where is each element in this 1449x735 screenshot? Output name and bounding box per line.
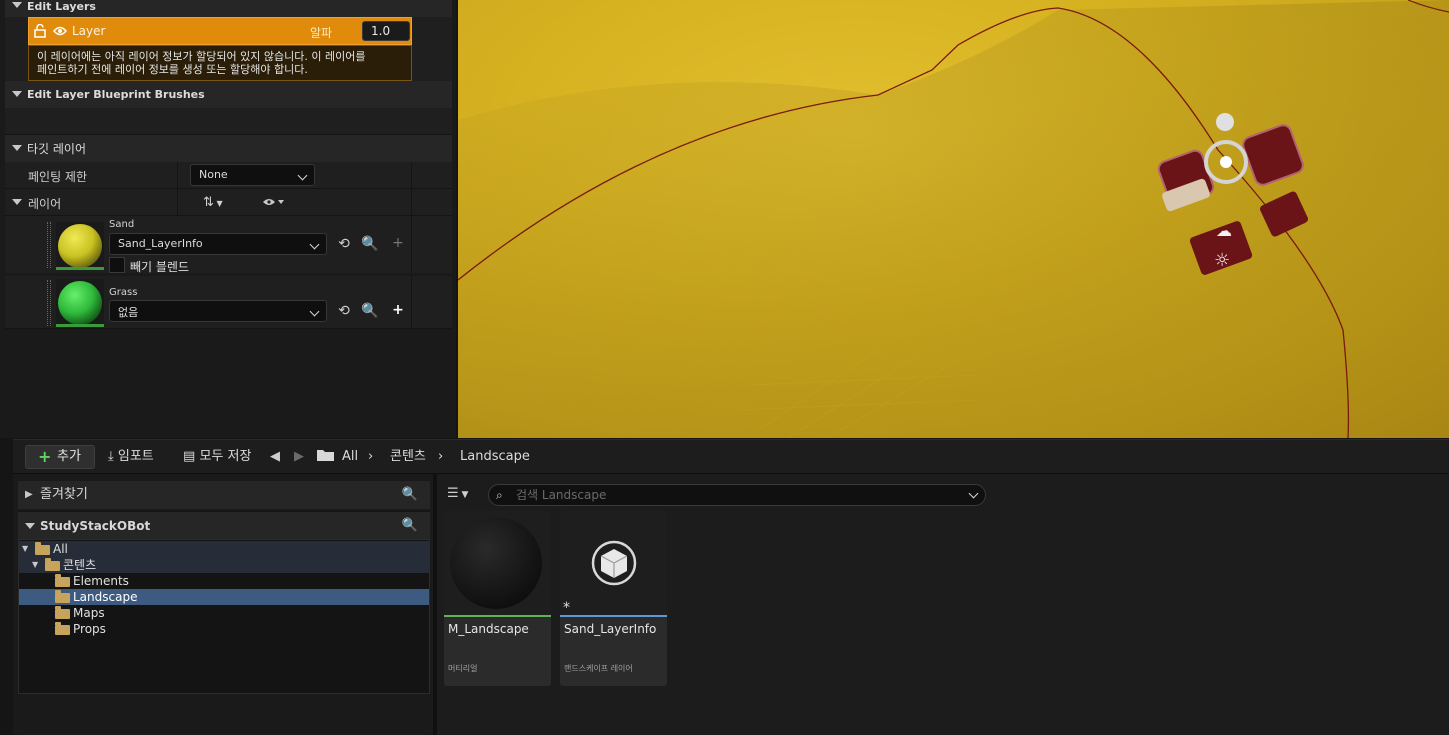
- noise-blend-label: 빼기 블렌드: [130, 260, 190, 274]
- folder-icon: [317, 448, 334, 466]
- alpha-input[interactable]: 1.0: [362, 21, 410, 41]
- blueprint-brushes-body: [5, 108, 452, 135]
- content-browser: + 추가 ⤓ 임포트 ▤ 모두 저장 ◀ ▶ All › 콘텐츠 › Lands…: [13, 439, 1449, 735]
- alpha-label: 알파: [310, 26, 333, 40]
- target-layer-grass[interactable]: Grass 없음 ⟲ 🔍 +: [5, 276, 452, 329]
- folder-icon: [55, 590, 70, 603]
- paint-restriction-dropdown[interactable]: None: [190, 164, 315, 186]
- noise-blend-checkbox[interactable]: [109, 257, 125, 273]
- add-layer-info-icon[interactable]: +: [389, 301, 407, 319]
- chevron-down-icon: [309, 306, 320, 317]
- tree-item-maps[interactable]: Maps: [19, 605, 429, 621]
- browse-back-icon[interactable]: ⟲: [335, 235, 353, 253]
- content-browser-toolbar: + 추가 ⤓ 임포트 ▤ 모두 저장 ◀ ▶ All › 콘텐츠 › Lands…: [13, 440, 1449, 474]
- layers-label: 레이어: [28, 197, 62, 211]
- find-in-browser-icon[interactable]: 🔍: [361, 235, 379, 253]
- collapse-arrow-icon: [12, 91, 22, 97]
- paint-restriction-row: 페인팅 제한 None: [5, 162, 452, 189]
- grass-material-swatch: [56, 279, 104, 327]
- save-all-button[interactable]: ▤ 모두 저장: [183, 448, 251, 466]
- collapse-arrow-icon: [12, 2, 22, 8]
- browse-back-icon[interactable]: ⟲: [335, 302, 353, 320]
- drag-handle[interactable]: [47, 280, 51, 326]
- layers-row: 레이어 ⇅ ▼: [5, 189, 452, 216]
- folder-open-icon: [35, 542, 50, 555]
- search-icon[interactable]: 🔍: [402, 481, 418, 509]
- folder-open-icon: [45, 558, 60, 571]
- layer-name[interactable]: Layer: [72, 24, 105, 38]
- expand-arrow-icon: ▼: [32, 560, 39, 569]
- save-icon: ▤: [183, 449, 196, 464]
- visibility-filter-icon[interactable]: [262, 196, 284, 210]
- sources-panel: ▶ 즐겨찾기 🔍 StudyStackOBot 🔍 ▼ All ▼ 콘텐츠 El…: [18, 480, 430, 735]
- tree-item-all[interactable]: ▼ All: [19, 541, 429, 557]
- svg-text:☁: ☁: [1216, 221, 1232, 240]
- project-section[interactable]: StudyStackOBot 🔍: [18, 511, 430, 539]
- find-in-browser-icon[interactable]: 🔍: [361, 302, 379, 320]
- asset-type-stripe: [444, 615, 551, 617]
- layer-row[interactable]: Layer 알파: [28, 17, 412, 45]
- paint-restriction-label: 페인팅 제한: [28, 170, 88, 184]
- breadcrumb-all[interactable]: All: [342, 448, 358, 466]
- sort-icon[interactable]: ⇅ ▼: [203, 195, 223, 210]
- collapse-arrow-icon[interactable]: [12, 199, 22, 205]
- collapsed-arrow-icon: ▶: [25, 489, 33, 500]
- search-input[interactable]: ⌕ 검색 Landscape: [488, 484, 986, 506]
- target-layers-header[interactable]: 타깃 레이어: [5, 135, 452, 162]
- breadcrumb-content[interactable]: 콘텐츠: [390, 448, 426, 466]
- eye-icon[interactable]: [53, 25, 67, 40]
- forward-icon[interactable]: ▶: [294, 448, 304, 466]
- tree-item-content[interactable]: ▼ 콘텐츠: [19, 557, 429, 573]
- drag-handle[interactable]: [47, 222, 51, 268]
- favorites-section[interactable]: ▶ 즐겨찾기 🔍: [18, 481, 430, 509]
- unlock-icon[interactable]: [34, 23, 46, 38]
- edit-layers-header[interactable]: Edit Layers: [5, 0, 452, 17]
- tree-item-landscape[interactable]: Landscape: [19, 589, 429, 605]
- chevron-down-icon: [297, 170, 308, 181]
- asset-type-stripe: [560, 615, 667, 617]
- add-layer-info-icon[interactable]: +: [389, 234, 407, 252]
- collapse-arrow-icon: [12, 145, 22, 151]
- add-button[interactable]: + 추가: [25, 445, 95, 469]
- level-viewport[interactable]: ☁ ☼: [458, 0, 1449, 438]
- chevron-down-icon[interactable]: [968, 488, 979, 499]
- folder-icon: [55, 574, 70, 587]
- plus-icon: +: [38, 447, 52, 466]
- back-icon[interactable]: ◀: [270, 448, 280, 466]
- material-thumbnail: [444, 511, 551, 615]
- asset-tile-m-landscape[interactable]: M_Landscape 머티리얼: [444, 511, 551, 686]
- breadcrumb-landscape[interactable]: Landscape: [460, 448, 530, 466]
- import-icon: ⤓: [108, 449, 114, 464]
- expand-arrow-icon: [25, 523, 35, 529]
- svg-text:*: *: [563, 600, 570, 615]
- folder-icon: [55, 606, 70, 619]
- folder-tree: ▼ All ▼ 콘텐츠 Elements Landscape Maps Prop…: [18, 539, 430, 694]
- folder-icon: [55, 622, 70, 635]
- filter-icon[interactable]: ☰ ▼: [447, 486, 468, 501]
- sand-layer-name: Sand: [109, 219, 135, 230]
- terrain-render: ☁ ☼: [458, 0, 1449, 438]
- asset-tile-sand-layerinfo[interactable]: * Sand_LayerInfo 랜드스케이프 레이어: [560, 511, 667, 686]
- chevron-down-icon: [309, 239, 320, 250]
- layerinfo-thumbnail: *: [560, 511, 667, 616]
- grass-layerinfo-dropdown[interactable]: 없음: [109, 300, 327, 322]
- sand-material-swatch: [56, 222, 104, 270]
- svg-text:☼: ☼: [1214, 250, 1230, 271]
- search-icon[interactable]: 🔍: [402, 512, 418, 540]
- sand-layerinfo-dropdown[interactable]: Sand_LayerInfo: [109, 233, 327, 255]
- search-icon: ⌕: [496, 488, 503, 502]
- target-layer-sand[interactable]: Sand Sand_LayerInfo ⟲ 🔍 + 빼기 블렌드: [5, 216, 452, 274]
- expand-arrow-icon: ▼: [22, 544, 29, 553]
- layer-info-warning: 이 레이어에는 아직 레이어 정보가 할당되어 있지 않습니다. 이 레이어를 …: [28, 45, 412, 81]
- tree-item-props[interactable]: Props: [19, 621, 429, 637]
- breadcrumb-separator-icon: ›: [438, 449, 444, 464]
- import-button[interactable]: ⤓ 임포트: [108, 448, 154, 466]
- blueprint-brushes-header[interactable]: Edit Layer Blueprint Brushes: [5, 81, 452, 108]
- grass-layer-name: Grass: [109, 287, 138, 298]
- breadcrumb-separator-icon: ›: [368, 449, 374, 464]
- details-panel: Edit Layers Layer 알파 1.0 이 레이어에는 아직 레이어 …: [0, 0, 456, 438]
- tree-item-elements[interactable]: Elements: [19, 573, 429, 589]
